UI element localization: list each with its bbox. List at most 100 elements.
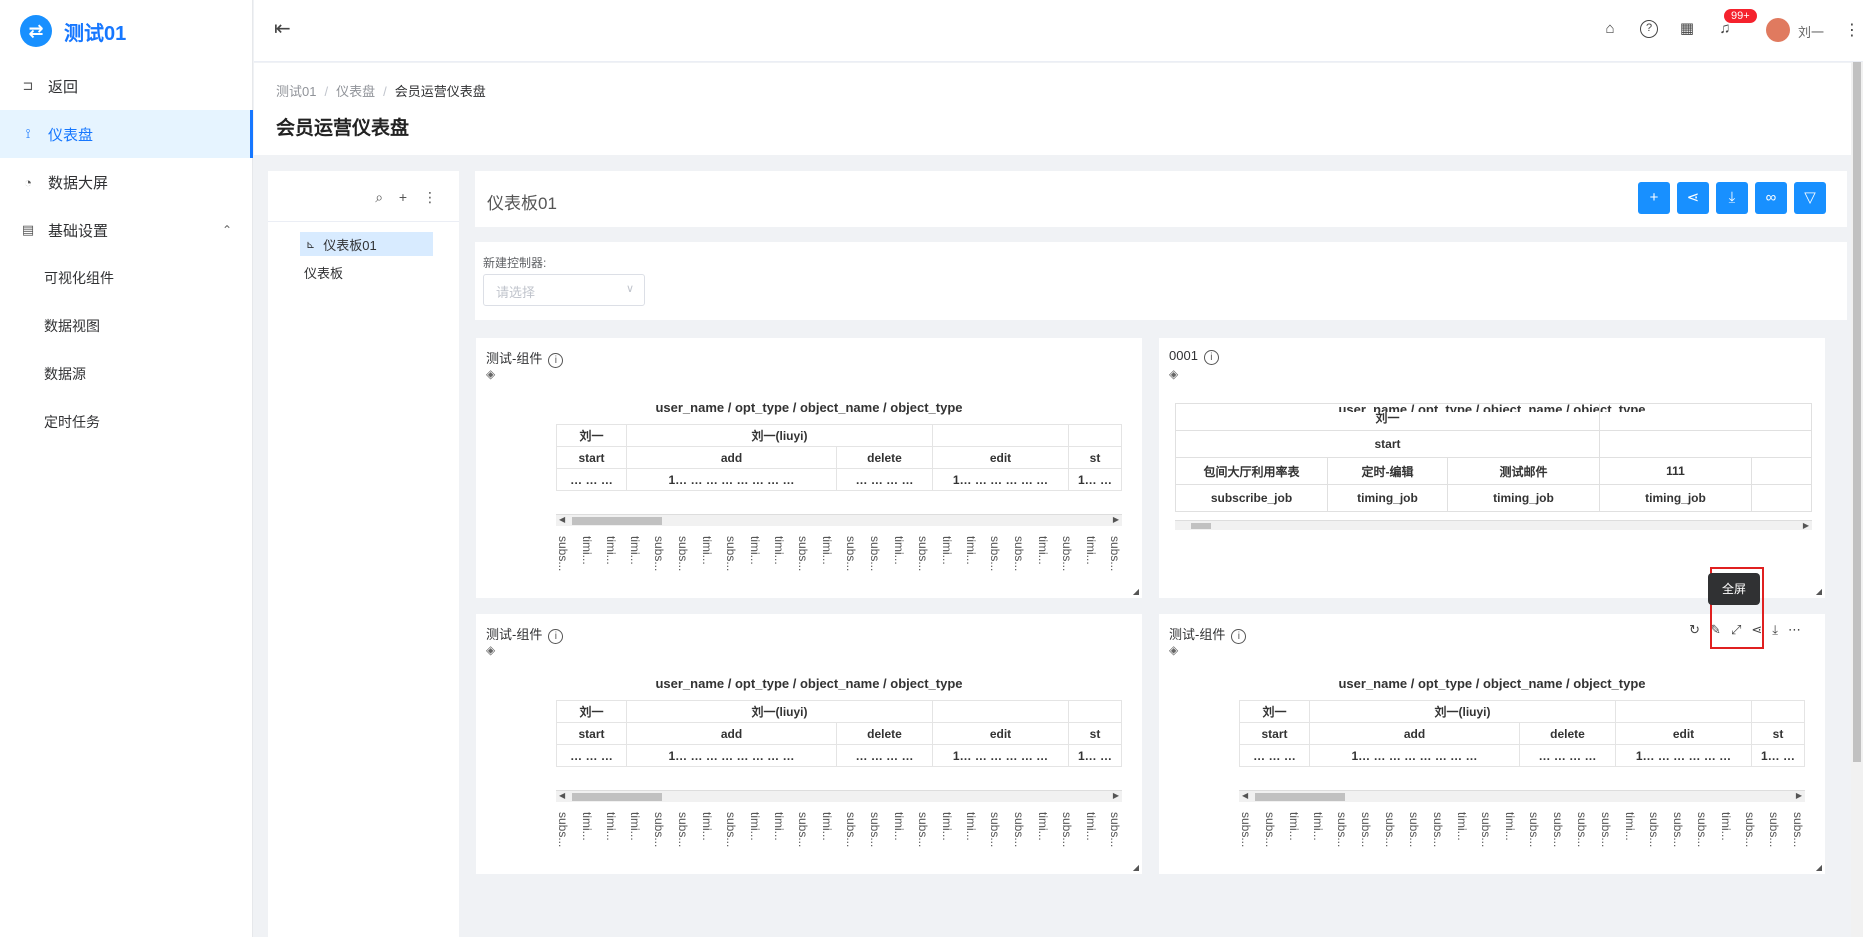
page-title: 会员运营仪表盘 [276,118,410,139]
avatar[interactable] [1766,18,1790,42]
chart-icon: ⊾ [306,238,316,251]
chart-panel[interactable]: 测试-组件 i ◈ user_name / opt_type / object_n… [476,614,1142,874]
table-cell: 测试邮件 [1447,457,1600,485]
add-button[interactable]: + [1638,182,1670,214]
download-button[interactable]: ⤓ [1716,182,1748,214]
panel-title: 测试-组件 i [486,624,564,644]
sidebar-item-dashboard[interactable]: ⟟ 仪表盘 [0,110,253,158]
breadcrumb-item[interactable]: 仪表盘 [336,84,375,99]
filter-icon: ▽ [1804,189,1816,206]
table-cell: 刘一 [556,424,627,447]
pivot-table: 刘一 刘一(liuyi) start add delete edit st … … … 1…… [556,700,1122,767]
controller-label: 新建控制器: [483,256,547,270]
table-header: user_name / opt_type / object_name / obj… [655,400,963,415]
home-icon[interactable]: ⌂ [1601,20,1619,38]
sidebar-item-settings[interactable]: ▤ 基础设置 ⌃ [0,206,252,254]
share-icon: ⋖ [1686,189,1700,206]
table-cell: start [556,446,627,469]
horizontal-scrollbar[interactable]: ◀ ▶ [556,790,1122,802]
table-cell: 刘一(liuyi) [626,424,933,447]
panel-title: 测试-组件 i [1169,624,1247,644]
footer-labels: subs... timi... timi... timi... subs... subs… [556,536,1122,572]
controller-select[interactable]: 请选择 ∨ [483,274,645,306]
share-button[interactable]: ⋖ [1677,182,1709,214]
select-placeholder: 请选择 [496,285,536,300]
add-icon[interactable]: + [399,189,413,205]
more-vertical-icon[interactable]: ⋮ [1844,20,1860,40]
tree-node-selected[interactable]: ⊾ 仪表板01 [300,232,433,256]
table-cell: edit [932,446,1069,469]
sidebar-subitem-components[interactable]: 可视化组件 [0,254,252,302]
dashboard-icon: ⟟ [25,126,31,141]
sidebar: ⇄ 测试01 ⊐ 返回 ⟟ 仪表盘 ◔ 数据大屏 ▤ 基础设置 ⌃ 可视化组件 数据视图 … [0,0,253,937]
download-icon[interactable]: ⤓ [1772,622,1788,637]
footer-labels: subs... subs... timi... timi... subs... subs.… [1239,812,1805,848]
info-icon: i [1231,629,1247,644]
horizontal-scrollbar[interactable]: ▶ [1175,520,1812,530]
help-icon[interactable]: ? [1640,20,1658,38]
app-title: 测试01 [64,22,127,45]
screen-icon: ◔ [24,174,32,190]
download-icon: ⤓ [1728,189,1736,206]
table-header: user_name / opt_type / object_name / obj… [655,676,963,691]
return-icon: ⊐ [22,78,34,93]
more-icon[interactable]: ⋮ [423,189,443,205]
panel-title: 0001 i [1169,348,1219,365]
table-cell: timing_job [1327,484,1448,512]
link-button[interactable]: ∞ [1755,182,1787,214]
pivot-table: 刘一 start 包间大厅利用率表 定时-编辑 测试邮件 111 subscribe_… [1175,403,1812,512]
chart-panel[interactable]: 测试-组件 i ◈ ↻✎⤢⋖⤓⋯ user_name / opt_type / o… [1159,614,1825,874]
search-icon[interactable]: ⌕ [375,189,389,205]
table-cell: 刘一 [1175,403,1600,431]
table-cell: 包间大厅利用率表 [1175,457,1328,485]
horizontal-scrollbar[interactable]: ◀ ▶ [556,514,1122,526]
breadcrumb-item[interactable]: 测试01 [276,84,316,99]
table-cell: 定时-编辑 [1327,457,1448,485]
dashboard-header: 仪表板01 + ⋖ ⤓ ∞ ▽ [475,171,1847,227]
table-cell: timing_job [1599,484,1752,512]
horizontal-scrollbar[interactable]: ◀ ▶ [1239,790,1805,802]
sidebar-item-datascreen[interactable]: ◔ 数据大屏 [0,158,252,206]
diamond-icon: ◈ [486,643,496,657]
menu-fold-icon[interactable]: ⇤ [274,16,291,41]
logo-icon: ⇄ [20,15,52,47]
table-cell: st [1068,446,1122,469]
dashboard-tree: ⌕ + ⋮ ⊾ 仪表板01 仪表板 [268,171,459,937]
resize-handle[interactable]: ◢ [1133,863,1139,872]
grid-icon[interactable]: ▦ [1678,20,1696,38]
sidebar-item-label: 返回 [48,78,79,96]
sidebar-item-label: 数据大屏 [48,174,109,192]
table-cell: delete [836,446,933,469]
resize-handle[interactable]: ◢ [1133,587,1139,596]
sidebar-item-return[interactable]: ⊐ 返回 [0,62,252,110]
diamond-icon: ◈ [1169,643,1179,657]
chevron-up-icon: ⌃ [221,223,232,237]
breadcrumb: 测试01/仪表盘 / 会员运营仪表盘 [276,84,486,99]
chart-panel[interactable]: 测试-组件 i ◈ user_name / opt_type / object_n… [476,338,1142,598]
sidebar-subitem-dataview[interactable]: 数据视图 [0,302,252,350]
filter-button[interactable]: ▽ [1794,182,1826,214]
sidebar-item-label: 基础设置 [48,222,109,240]
sidebar-item-label: 仪表盘 [48,126,94,144]
sidebar-subitem-datasource[interactable]: 数据源 [0,350,252,398]
resize-handle[interactable]: ◢ [1816,863,1822,872]
pivot-table: 刘一 刘一(liuyi) start add delete edit st … … … 1…… [556,424,1122,491]
tree-node[interactable]: 仪表板 [300,260,433,284]
info-icon: i [548,629,564,644]
resize-handle[interactable]: ◢ [1816,587,1822,596]
vertical-scrollbar[interactable] [1851,62,1863,937]
logo[interactable]: ⇄ 测试01 [0,0,252,62]
footer-labels: subs... timi... timi... timi... subs... subs.… [556,812,1122,848]
table-cell: 111 [1599,457,1752,485]
user-name[interactable]: 刘一 [1798,22,1824,41]
pivot-table: 刘一 刘一(liuyi) start add delete edit st … … … 1…… [1239,700,1805,767]
refresh-icon[interactable]: ↻ [1689,622,1710,637]
settings-icon: ▤ [21,222,35,237]
table-cell: timing_job [1447,484,1600,512]
chart-panel[interactable]: 0001 i ◈ user_name / opt_type / object_na… [1159,338,1825,598]
sidebar-subitem-scheduled-task[interactable]: 定时任务 [0,398,252,446]
tree-tools: ⌕ + ⋮ [375,189,443,206]
info-icon: i [548,353,564,368]
more-icon[interactable]: ⋯ [1788,622,1811,637]
page-header: 测试01/仪表盘 / 会员运营仪表盘 会员运营仪表盘 [254,63,1863,155]
